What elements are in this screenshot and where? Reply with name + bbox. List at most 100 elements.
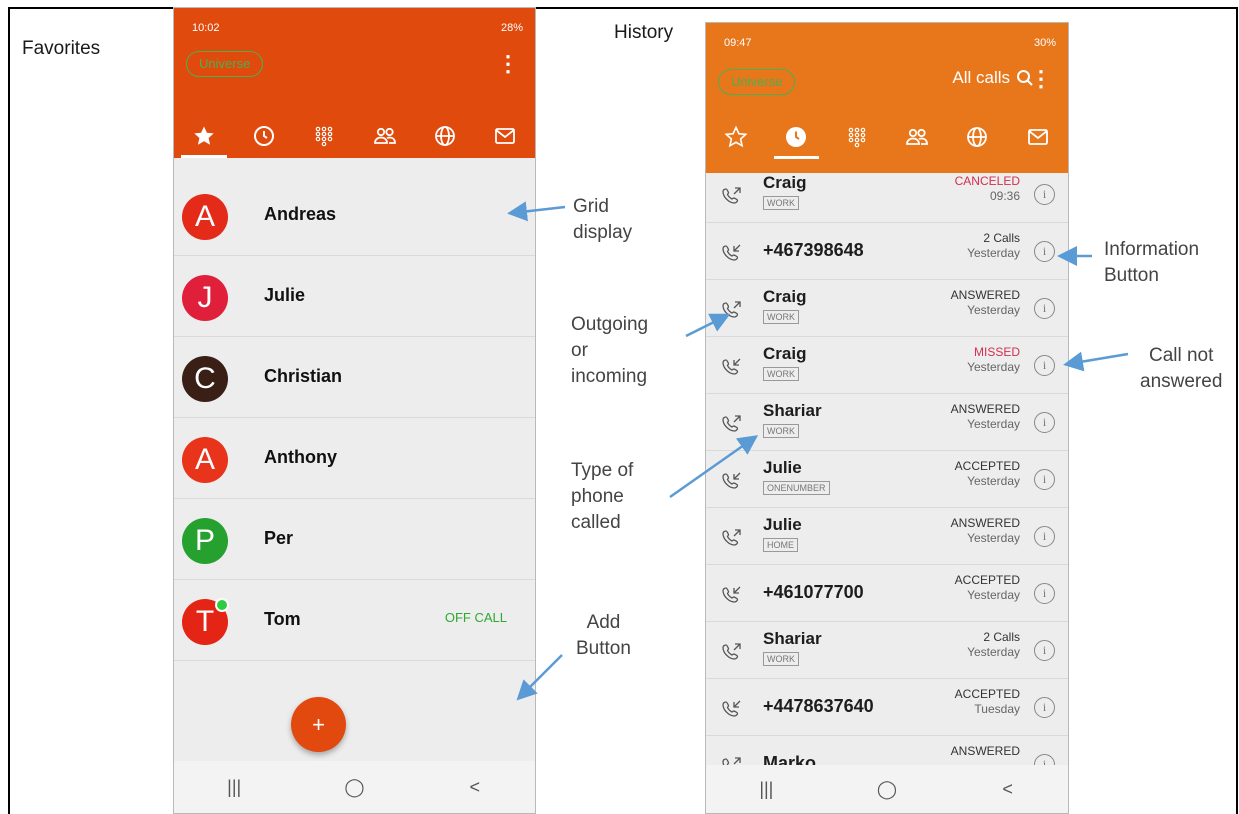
tab-star-outline[interactable]	[706, 119, 766, 159]
annotation-add-button: Add Button	[576, 610, 631, 662]
avatar: P	[182, 518, 228, 564]
favorite-contact-row[interactable]: P Per	[174, 499, 535, 580]
status-time: 09:47	[724, 37, 752, 49]
caller-name: Julie	[763, 515, 802, 534]
contact-name: Anthony	[264, 447, 337, 467]
tab-clock[interactable]	[766, 119, 826, 159]
annotation-line: Type of	[571, 460, 634, 481]
tab-keypad[interactable]	[294, 118, 354, 158]
brand-pill[interactable]: Universe	[718, 69, 796, 95]
call-history-row[interactable]: Julie HOME ANSWERED Yesterday i	[706, 508, 1068, 565]
call-history-row[interactable]: +461077700 ACCEPTED Yesterday i	[706, 565, 1068, 622]
outgoing-call-icon	[722, 300, 742, 318]
call-status: ANSWERED	[950, 288, 1020, 302]
annotation-information-button: Information Button	[1104, 237, 1199, 289]
outgoing-call-icon	[722, 642, 742, 660]
info-icon[interactable]: i	[1034, 526, 1055, 547]
tab-keypad[interactable]	[827, 119, 887, 159]
outgoing-call-icon	[722, 186, 742, 204]
home-button[interactable]: ◯	[334, 777, 374, 798]
annotation-line: Button	[1104, 265, 1159, 286]
info-icon[interactable]: i	[1034, 355, 1055, 376]
tab-clock[interactable]	[234, 118, 294, 158]
call-time: Yesterday	[967, 645, 1020, 659]
phone-type-badge: WORK	[763, 367, 799, 381]
back-button[interactable]: <	[455, 777, 495, 798]
battery-level: 30%	[1033, 37, 1056, 49]
caller-name: +4478637640	[763, 696, 874, 716]
favorite-contact-row[interactable]: A Anthony	[174, 418, 535, 499]
call-history-list: Craig WORK CANCELED 09:36 i +467398648 2 Calls…	[706, 166, 1068, 793]
mail-icon	[1026, 125, 1050, 154]
annotation-line: display	[573, 222, 633, 243]
call-time: Yesterday	[967, 303, 1020, 317]
call-history-row[interactable]: +467398648 2 Calls Yesterday i	[706, 223, 1068, 280]
recent-apps-button[interactable]: |||	[214, 777, 254, 798]
annotation-line: Call not	[1148, 345, 1214, 366]
call-time: Yesterday	[967, 417, 1020, 431]
tab-mail[interactable]	[475, 118, 535, 158]
call-history-row[interactable]: Shariar WORK ANSWERED Yesterday i	[706, 394, 1068, 451]
history-screen: 09:47 30% Universe All calls ⋮ Craig WORK…	[705, 22, 1069, 814]
call-history-row[interactable]: Craig WORK CANCELED 09:36 i	[706, 166, 1068, 223]
tab-globe[interactable]	[415, 118, 475, 158]
info-icon[interactable]: i	[1034, 583, 1055, 604]
favorite-contact-row[interactable]: J Julie	[174, 256, 535, 337]
favorites-label: Favorites	[22, 38, 101, 59]
incoming-call-icon	[722, 699, 742, 717]
contact-name: Per	[264, 528, 294, 548]
info-icon[interactable]: i	[1034, 697, 1055, 718]
info-icon[interactable]: i	[1034, 241, 1055, 262]
call-history-row[interactable]: Craig WORK ANSWERED Yesterday i	[706, 280, 1068, 337]
favorite-contact-row[interactable]: C Christian	[174, 337, 535, 418]
recent-apps-button[interactable]: |||	[746, 779, 786, 800]
tab-contacts[interactable]	[887, 119, 947, 159]
home-button[interactable]: ◯	[867, 779, 907, 800]
annotation-line: Grid	[573, 196, 609, 217]
tab-bar	[706, 119, 1068, 159]
call-history-row[interactable]: Shariar WORK 2 Calls Yesterday i	[706, 622, 1068, 679]
caller-name: Shariar	[763, 401, 822, 420]
more-menu-icon[interactable]: ⋮	[497, 53, 519, 75]
call-history-row[interactable]: +4478637640 ACCEPTED Tuesday i	[706, 679, 1068, 736]
brand-pill[interactable]: Universe	[186, 51, 264, 77]
phone-type-badge: WORK	[763, 310, 799, 324]
incoming-call-icon	[722, 357, 742, 375]
tab-globe[interactable]	[947, 119, 1007, 159]
info-icon[interactable]: i	[1034, 412, 1055, 433]
outgoing-call-icon	[722, 414, 742, 432]
info-icon[interactable]: i	[1034, 298, 1055, 319]
call-history-row[interactable]: Julie ONENUMBER ACCEPTED Yesterday i	[706, 451, 1068, 508]
system-nav-bar: ||| ◯ <	[706, 765, 1068, 813]
clock-icon	[784, 125, 808, 154]
favorites-list: A Andreas J Julie C Christian A Anthony P Per T Tom…	[174, 175, 535, 661]
call-history-row[interactable]: Craig WORK MISSED Yesterday i	[706, 337, 1068, 394]
annotation-line: answered	[1140, 371, 1223, 392]
favorites-screen: 10:02 28% Universe ⋮ A Andreas J Julie C Chri…	[173, 7, 536, 814]
status-time: 10:02	[192, 22, 220, 34]
tab-star[interactable]	[174, 118, 234, 158]
info-icon[interactable]: i	[1034, 640, 1055, 661]
call-time: Yesterday	[967, 588, 1020, 602]
tab-contacts[interactable]	[355, 118, 415, 158]
phone-type-badge: ONENUMBER	[763, 481, 830, 495]
info-icon[interactable]: i	[1034, 469, 1055, 490]
phone-type-badge: WORK	[763, 196, 799, 210]
star-icon	[192, 124, 216, 153]
annotation-line: incoming	[571, 366, 648, 387]
favorite-contact-row[interactable]: A Andreas	[174, 175, 535, 256]
call-time: Tuesday	[974, 702, 1020, 716]
call-filter-dropdown[interactable]: All calls	[952, 68, 1010, 88]
add-button[interactable]: +	[291, 697, 346, 752]
call-status: 2 Calls	[983, 231, 1020, 245]
avatar: C	[182, 356, 228, 402]
annotation-phone-type: Type of phone called	[571, 458, 633, 536]
favorite-contact-row[interactable]: T Tom OFF CALL	[174, 580, 535, 661]
presence-status: OFF CALL	[444, 610, 507, 625]
call-status: ACCEPTED	[954, 459, 1020, 473]
incoming-call-icon	[722, 243, 742, 261]
more-menu-icon[interactable]: ⋮	[1030, 68, 1052, 90]
info-icon[interactable]: i	[1034, 184, 1055, 205]
back-button[interactable]: <	[988, 779, 1028, 800]
tab-mail[interactable]	[1008, 119, 1068, 159]
